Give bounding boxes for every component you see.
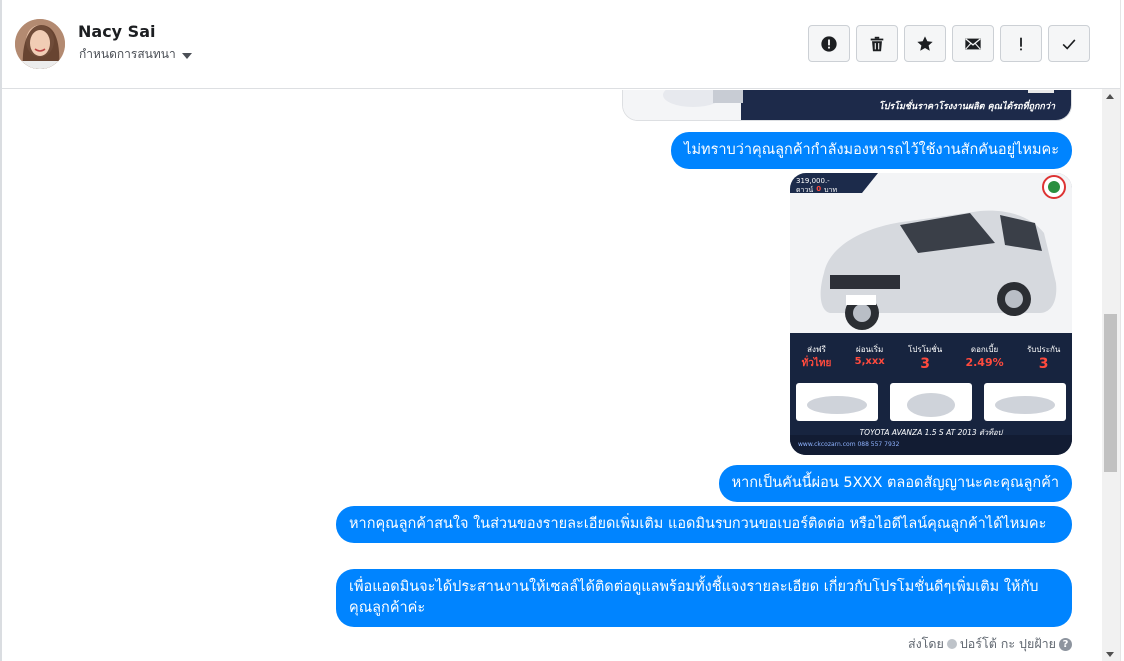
message-text: หากคุณลูกค้าสนใจ ในส่วนของรายละเอียดเพิ่… (349, 516, 1047, 532)
envelope-icon (965, 38, 981, 49)
promo-item-label: รับประกัน (1026, 345, 1061, 354)
scroll-up-arrow-icon[interactable] (1106, 94, 1114, 99)
car-model: TOYOTA AVANZA 1.5 S AT 2013 ตัวท็อป (859, 428, 1003, 437)
mark-done-button[interactable] (1048, 25, 1090, 62)
promo-item: ดอกเบี้ย 2.49% (965, 343, 1003, 372)
promo-item-label: โปรโมชั่น (908, 345, 943, 354)
down-unit: บาท (824, 186, 838, 194)
promo-item-label: ผ่อนเริ่ม (856, 345, 884, 354)
promo-item-value: ทั่วไทย (801, 358, 832, 369)
sent-by-label: ส่งโดย (907, 636, 944, 651)
conversation-options[interactable]: กำหนดการสนทนา (79, 45, 192, 64)
message-bubble[interactable]: หากคุณลูกค้าสนใจ ในส่วนของรายละเอียดเพิ่… (336, 506, 1072, 543)
message-text: ไม่ทราบว่าคุณลูกค้ากำลังมองหารถไว้ใช้งาน… (684, 142, 1059, 158)
down-value: 0 (816, 185, 822, 193)
toolbar (808, 25, 1090, 62)
car-ad-graphic (790, 173, 1072, 455)
promo-item-value: 3 (1038, 356, 1049, 372)
caret-down-icon (181, 52, 192, 59)
check-icon (1062, 38, 1076, 50)
star-icon (917, 35, 933, 51)
message-list[interactable]: โปรโมชั่นราคาโรงงานผลิต คุณได้รถที่ถูกกว… (2, 90, 1102, 661)
messenger-window: Nacy Sai กำหนดการสนทนา โปรโมชั่นราคาโรงง… (0, 0, 1124, 661)
down-label: ดาวน์ (796, 186, 814, 194)
avatar[interactable] (15, 19, 65, 69)
scrollbar-thumb[interactable] (1104, 314, 1117, 472)
sent-by-note: ส่งโดย ปอร์โต้ กะ ปุยฝ้าย ? (908, 634, 1072, 654)
sent-by-agent[interactable]: ปอร์โต้ กะ ปุยฝ้าย (960, 634, 1056, 654)
alert-circle-icon (821, 35, 837, 52)
car-price: 319,000.- (796, 177, 830, 185)
promo-item-label: ดอกเบี้ย (970, 345, 999, 354)
star-button[interactable] (904, 25, 946, 62)
promo-item: โปรโมชั่น 3 (908, 343, 942, 372)
promo-item: ผ่อนเริ่ม 5,xxx (855, 343, 885, 372)
car-ad-image[interactable]: 319,000.- ดาวน์ 0 บาท ส่งฟรีทั่วไทย ผ่อน… (790, 173, 1072, 455)
promo-items: ส่งฟรี ทั่วไทย ผ่อนเริ่ม 5,xxx โปรโมชั่น 3 … (790, 343, 1072, 372)
follow-up-button[interactable] (1000, 25, 1042, 62)
promo-item-value: 5,xxx (854, 356, 885, 367)
message-text: หากเป็นคันนี้ผ่อน 5XXX ตลอดสัญญานะคะคุณล… (731, 475, 1059, 491)
down-payment: ดาวน์ 0 บาท (796, 185, 837, 196)
avatar-photo (15, 19, 65, 69)
conversation-options-label: กำหนดการสนทนา (79, 47, 176, 61)
message-text: เพื่อแอดมินจะได้ประสานงานให้เซลล์ได้ติดต… (349, 579, 1039, 616)
promo-item: รับประกัน 3 (1027, 343, 1060, 372)
conversation-header: Nacy Sai กำหนดการสนทนา (2, 0, 1120, 89)
promo-item-value: 2.49% (965, 356, 1004, 369)
promo-caption: โปรโมชั่นราคาโรงงานผลิต คุณได้รถที่ถูกกว… (878, 102, 1055, 112)
delete-button[interactable] (856, 25, 898, 62)
scroll-down-arrow-icon[interactable] (1106, 652, 1114, 657)
trash-icon (870, 36, 884, 51)
message-bubble[interactable]: หากเป็นคันนี้ผ่อน 5XXX ตลอดสัญญานะคะคุณล… (718, 465, 1072, 502)
help-icon[interactable]: ? (1059, 637, 1072, 651)
verified-dot-icon (946, 639, 957, 649)
promo-item-value: 3 (920, 356, 930, 372)
message-bubble[interactable]: ไม่ทราบว่าคุณลูกค้ากำลังมองหารถไว้ใช้งาน… (671, 132, 1072, 169)
car-contact: www.ckcozarn.com 088 557 7932 (798, 441, 900, 448)
mark-spam-button[interactable] (808, 25, 850, 62)
mark-unread-button[interactable] (952, 25, 994, 62)
promo-item-label: ส่งฟรี (807, 345, 826, 354)
right-border (1120, 0, 1124, 661)
exclamation-icon (1020, 37, 1022, 50)
previous-image-attachment[interactable]: โปรโมชั่นราคาโรงงานผลิต คุณได้รถที่ถูกกว… (622, 90, 1072, 121)
contact-name[interactable]: Nacy Sai (78, 22, 155, 41)
promo-item: ส่งฟรีทั่วไทย (802, 343, 832, 372)
message-bubble[interactable]: เพื่อแอดมินจะได้ประสานงานให้เซลล์ได้ติดต… (336, 569, 1072, 627)
